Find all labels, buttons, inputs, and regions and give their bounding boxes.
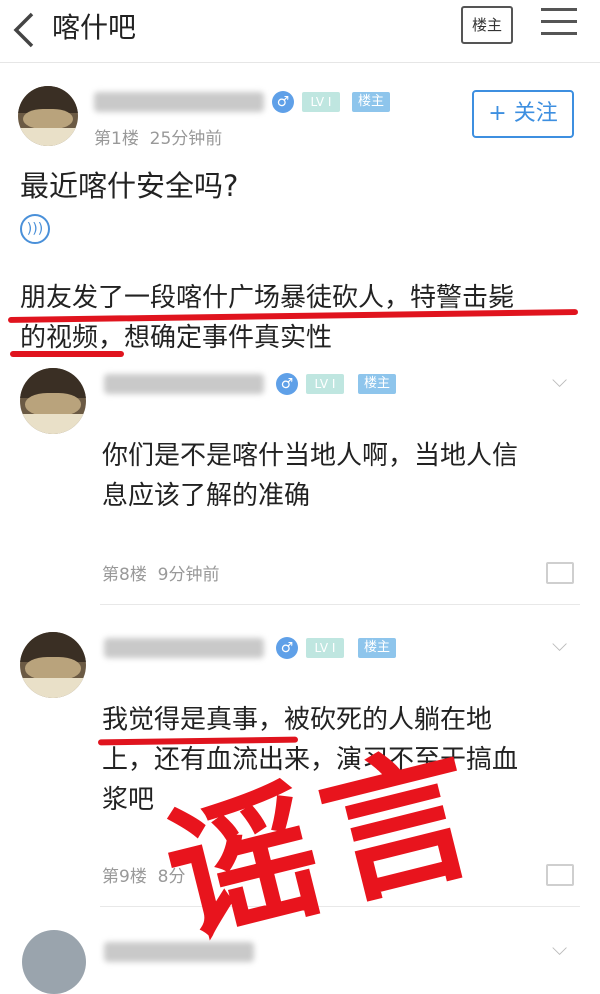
comment-text-line: 你们是不是喀什当地人啊，当地人信 xyxy=(102,441,519,471)
username-blurred[interactable] xyxy=(94,92,264,112)
username-blurred[interactable] xyxy=(104,638,264,658)
chevron-down-icon[interactable]: ⌵ xyxy=(552,936,567,960)
menu-icon[interactable] xyxy=(541,8,577,36)
comment-icon[interactable] xyxy=(546,562,574,584)
level-badge: LV I xyxy=(306,374,344,394)
level-badge: LV I xyxy=(306,638,344,658)
follow-button[interactable]: + 关注 xyxy=(472,90,574,138)
host-badge: 楼主 xyxy=(358,638,396,658)
male-icon: ♂ xyxy=(276,637,298,659)
avatar[interactable] xyxy=(18,86,78,146)
post-floor-time: 第1楼 25分钟前 xyxy=(94,129,223,149)
chevron-down-icon[interactable]: ⌵ xyxy=(552,368,567,392)
level-badge: LV I xyxy=(302,92,340,112)
comment-floor-time: 第8楼 9分钟前 xyxy=(102,565,220,585)
divider xyxy=(100,604,580,605)
comment-text-line: 息应该了解的准确 xyxy=(102,481,311,511)
audio-icon[interactable]: ))) xyxy=(20,214,50,244)
chevron-down-icon[interactable]: ⌵ xyxy=(552,632,567,656)
comment-text-line: 浆吧 xyxy=(102,785,155,815)
host-badge: 楼主 xyxy=(352,92,390,112)
avatar[interactable] xyxy=(20,368,86,434)
male-icon: ♂ xyxy=(272,91,294,113)
avatar[interactable] xyxy=(20,632,86,698)
avatar[interactable] xyxy=(22,930,86,994)
username-blurred[interactable] xyxy=(104,374,264,394)
host-badge: 楼主 xyxy=(358,374,396,394)
page-title: 喀什吧 xyxy=(52,11,137,44)
post-title: 最近喀什安全吗? xyxy=(20,169,239,203)
male-icon: ♂ xyxy=(276,373,298,395)
red-underline xyxy=(10,351,124,357)
back-arrow-icon[interactable] xyxy=(8,8,44,52)
only-owner-button[interactable]: 楼主 xyxy=(461,6,513,44)
